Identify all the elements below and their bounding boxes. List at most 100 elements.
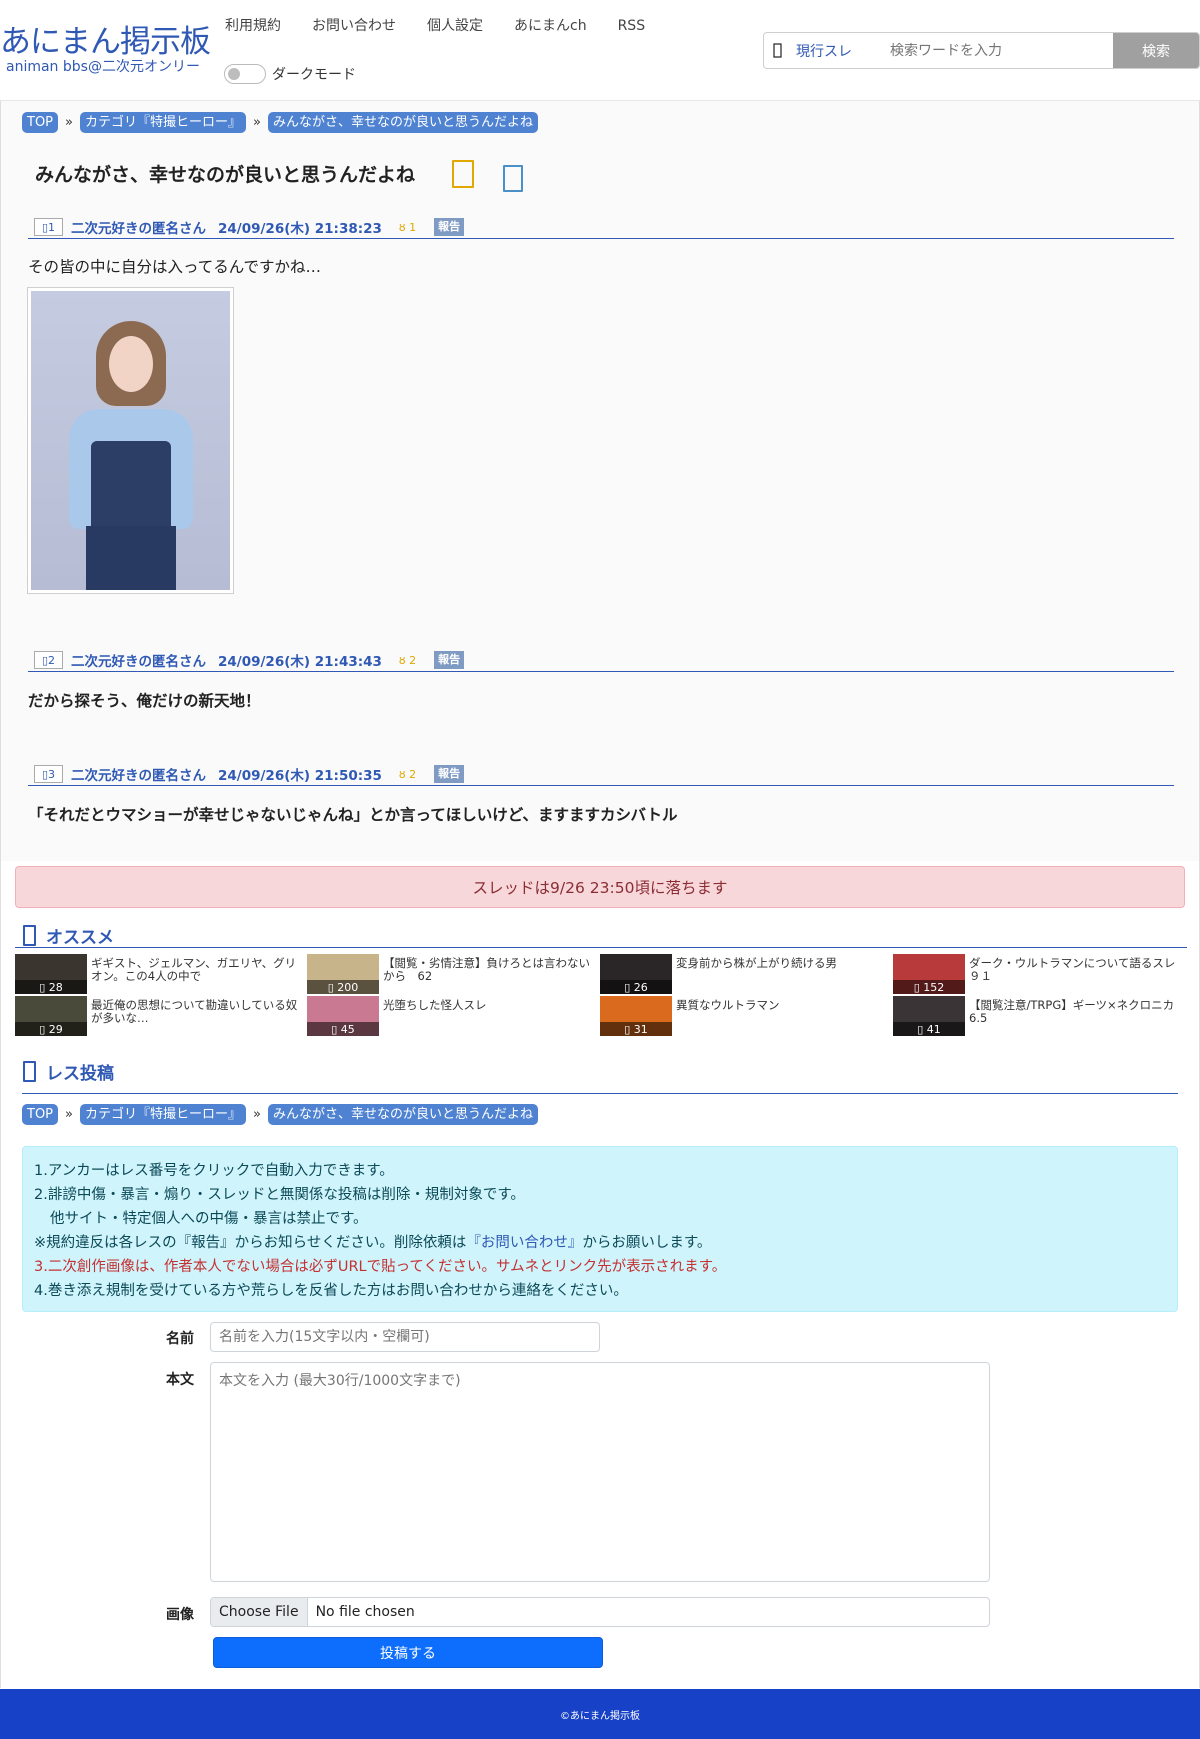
nav-terms[interactable]: 利用規約 [225, 16, 281, 36]
recommend-item[interactable]: ▯ 41 【閲覧注意/TRPG】ギーツ×ネクロニカ6.5 [893, 996, 1183, 1036]
logo-main-text: あにまん掲示板 [0, 24, 211, 60]
dark-mode-switch[interactable] [224, 64, 266, 84]
nav-contact[interactable]: お問い合わせ [312, 16, 396, 36]
good-icon: ȣ [398, 767, 406, 781]
recommend-title: オススメ [23, 923, 114, 948]
share-icon[interactable] [503, 165, 523, 192]
search-input[interactable] [882, 33, 1113, 68]
post-header: ▯ 1 二次元好きの匿名さん 24/09/26(木) 21:38:23 ȣ 1 報… [28, 216, 1174, 239]
post-number[interactable]: ▯ 3 [34, 765, 63, 783]
search-button[interactable]: 検索 [1113, 33, 1199, 68]
recommend-item[interactable]: ▯ 45 光堕ちした怪人スレ [307, 996, 597, 1036]
breadcrumb-bottom: TOP » カテゴリ『特撮ヒーロー』 » みんながさ、幸せなのが良いと思うんだよ… [22, 1104, 538, 1125]
image-file-input[interactable]: Choose File No file chosen [210, 1597, 990, 1627]
post-date: 24/09/26(木) 21:50:35 [218, 768, 382, 784]
recommend-thumbnail: ▯ 152 [893, 954, 965, 994]
comment-icon: ▯ [39, 980, 46, 994]
recommend-item-title: ギギスト、ジェルマン、ガエリヤ、グリオン。この4人の中で [91, 956, 297, 983]
reply-count: ▯ 26 [600, 980, 672, 994]
report-button[interactable]: 報告 [434, 218, 465, 236]
favorite-icon[interactable] [452, 160, 474, 188]
recommend-thumbnail: ▯ 31 [600, 996, 672, 1036]
post-number[interactable]: ▯ 1 [34, 218, 63, 236]
search-icon [764, 33, 790, 68]
report-button[interactable]: 報告 [434, 765, 465, 783]
breadcrumb-category[interactable]: カテゴリ『特撮ヒーロー』 [79, 1104, 246, 1125]
body-label: 本文 [166, 1372, 194, 1388]
reply-icon [23, 1061, 36, 1082]
reply-count: ▯ 41 [893, 1022, 965, 1036]
recommend-thumbnail: ▯ 45 [307, 996, 379, 1036]
reply-count: ▯ 29 [15, 1022, 87, 1036]
contact-link[interactable]: 『お問い合わせ』 [466, 1235, 582, 1251]
nav-animanch[interactable]: あにまんch [514, 16, 587, 36]
breadcrumb-top[interactable]: TOP [22, 112, 59, 133]
dark-mode-label: ダークモード [272, 67, 356, 83]
nav-settings[interactable]: 個人設定 [427, 16, 483, 36]
comment-icon: ▯ [327, 980, 334, 994]
recommend-item[interactable]: ▯ 29 最近俺の思想について勘違いしている奴が多いな… [15, 996, 305, 1036]
search-scope-select[interactable]: 現行スレ [790, 33, 882, 68]
post-body: その皆の中に自分は入ってるんですかね… [28, 258, 321, 276]
section-divider [15, 947, 1187, 948]
breadcrumb: TOP » カテゴリ『特撮ヒーロー』 » みんながさ、幸せなのが良いと思うんだよ… [22, 112, 538, 133]
recommend-item[interactable]: ▯ 28 ギギスト、ジェルマン、ガエリヤ、グリオン。この4人の中で [15, 954, 305, 994]
post-body: だから探そう、俺だけの新天地！ [28, 692, 261, 710]
recommend-item[interactable]: ▯ 26 変身前から株が上がり続ける男 [600, 954, 890, 994]
good-counter[interactable]: ȣ 2 [399, 654, 416, 667]
dark-mode-toggle[interactable]: ダークモード [224, 64, 356, 84]
post-number[interactable]: ▯ 2 [34, 651, 63, 669]
section-divider [22, 1093, 1178, 1094]
site-logo[interactable]: あにまん掲示板 animan bbs@二次元オンリー [0, 24, 211, 74]
post-author: 二次元好きの匿名さん [71, 221, 206, 237]
recommend-thumbnail: ▯ 200 [307, 954, 379, 994]
recommend-item-title: 【閲覧・劣情注意】負けろとは言わないから 62 [383, 956, 590, 983]
recommend-item[interactable]: ▯ 200 【閲覧・劣情注意】負けろとは言わないから 62 [307, 954, 597, 994]
good-counter[interactable]: ȣ 2 [399, 768, 416, 781]
name-label: 名前 [166, 1331, 194, 1347]
posting-guidelines: 1.アンカーはレス番号をクリックで自動入力できます。 2.誹謗中傷・暴言・煽り・… [22, 1146, 1178, 1312]
breadcrumb-separator: » [253, 1107, 261, 1122]
submit-button[interactable]: 投稿する [213, 1637, 603, 1668]
image-label: 画像 [166, 1607, 194, 1623]
breadcrumb-separator: » [65, 1107, 73, 1122]
comment-icon: ▯ [331, 1022, 338, 1036]
nav-rss[interactable]: RSS [618, 16, 646, 36]
recommend-item[interactable]: ▯ 31 異質なウルトラマン [600, 996, 890, 1036]
photo-shape [109, 336, 153, 392]
good-counter[interactable]: ȣ 1 [399, 221, 416, 234]
breadcrumb-thread[interactable]: みんながさ、幸せなのが良いと思うんだよね [267, 1104, 538, 1125]
guideline-3: 3.二次創作画像は、作者本人でない場合は必ずURLで貼ってください。サムネとリン… [34, 1259, 727, 1275]
guideline-1: 1.アンカーはレス番号をクリックで自動入力できます。 [34, 1163, 394, 1179]
reply-title: レス投稿 [23, 1059, 114, 1084]
choose-file-button[interactable]: Choose File [211, 1598, 308, 1626]
post-image[interactable] [27, 287, 234, 594]
guideline-2: 2.誹謗中傷・暴言・煽り・スレッドと無関係な投稿は削除・規制対象です。 [34, 1187, 525, 1203]
switch-knob [228, 68, 240, 80]
post-body: 「それだとウマショーが幸せじゃないじゃんね」とか言ってほしいけど、ますますカシバ… [28, 806, 678, 824]
guideline-2b: 他サイト・特定個人への中傷・暴言は禁止です。 [50, 1211, 368, 1227]
recommend-item[interactable]: ▯ 152 ダーク・ウルトラマンについて語るスレ ９１ [893, 954, 1187, 994]
recommend-thumbnail: ▯ 29 [15, 996, 87, 1036]
recommend-thumbnail: ▯ 41 [893, 996, 965, 1036]
guideline-4: 4.巻き添え規制を受けている方や荒らしを反省した方はお問い合わせから連絡をくださ… [34, 1283, 628, 1299]
name-input[interactable] [210, 1322, 600, 1352]
good-icon: ȣ [398, 653, 406, 667]
report-button[interactable]: 報告 [434, 651, 465, 669]
comment-icon: ▯ [913, 980, 920, 994]
breadcrumb-category[interactable]: カテゴリ『特撮ヒーロー』 [79, 112, 246, 133]
body-textarea[interactable] [210, 1362, 990, 1582]
post-date: 24/09/26(木) 21:43:43 [218, 654, 382, 670]
breadcrumb-separator: » [65, 115, 73, 130]
recommend-list: ▯ 28 ギギスト、ジェルマン、ガエリヤ、グリオン。この4人の中で ▯ 200 … [15, 954, 1187, 1036]
photo-shape [86, 526, 176, 590]
reply-title-text: レス投稿 [46, 1064, 114, 1084]
post-date: 24/09/26(木) 21:38:23 [218, 221, 382, 237]
recommend-thumbnail: ▯ 26 [600, 954, 672, 994]
post-author: 二次元好きの匿名さん [71, 768, 206, 784]
thread-title: みんながさ、幸せなのが良いと思うんだよね [35, 164, 416, 186]
recommend-item-title: 【閲覧注意/TRPG】ギーツ×ネクロニカ6.5 [969, 998, 1175, 1025]
top-nav: 利用規約 お問い合わせ 個人設定 あにまんch RSS [225, 16, 676, 36]
breadcrumb-top[interactable]: TOP [22, 1104, 59, 1125]
breadcrumb-thread[interactable]: みんながさ、幸せなのが良いと思うんだよね [267, 112, 538, 133]
